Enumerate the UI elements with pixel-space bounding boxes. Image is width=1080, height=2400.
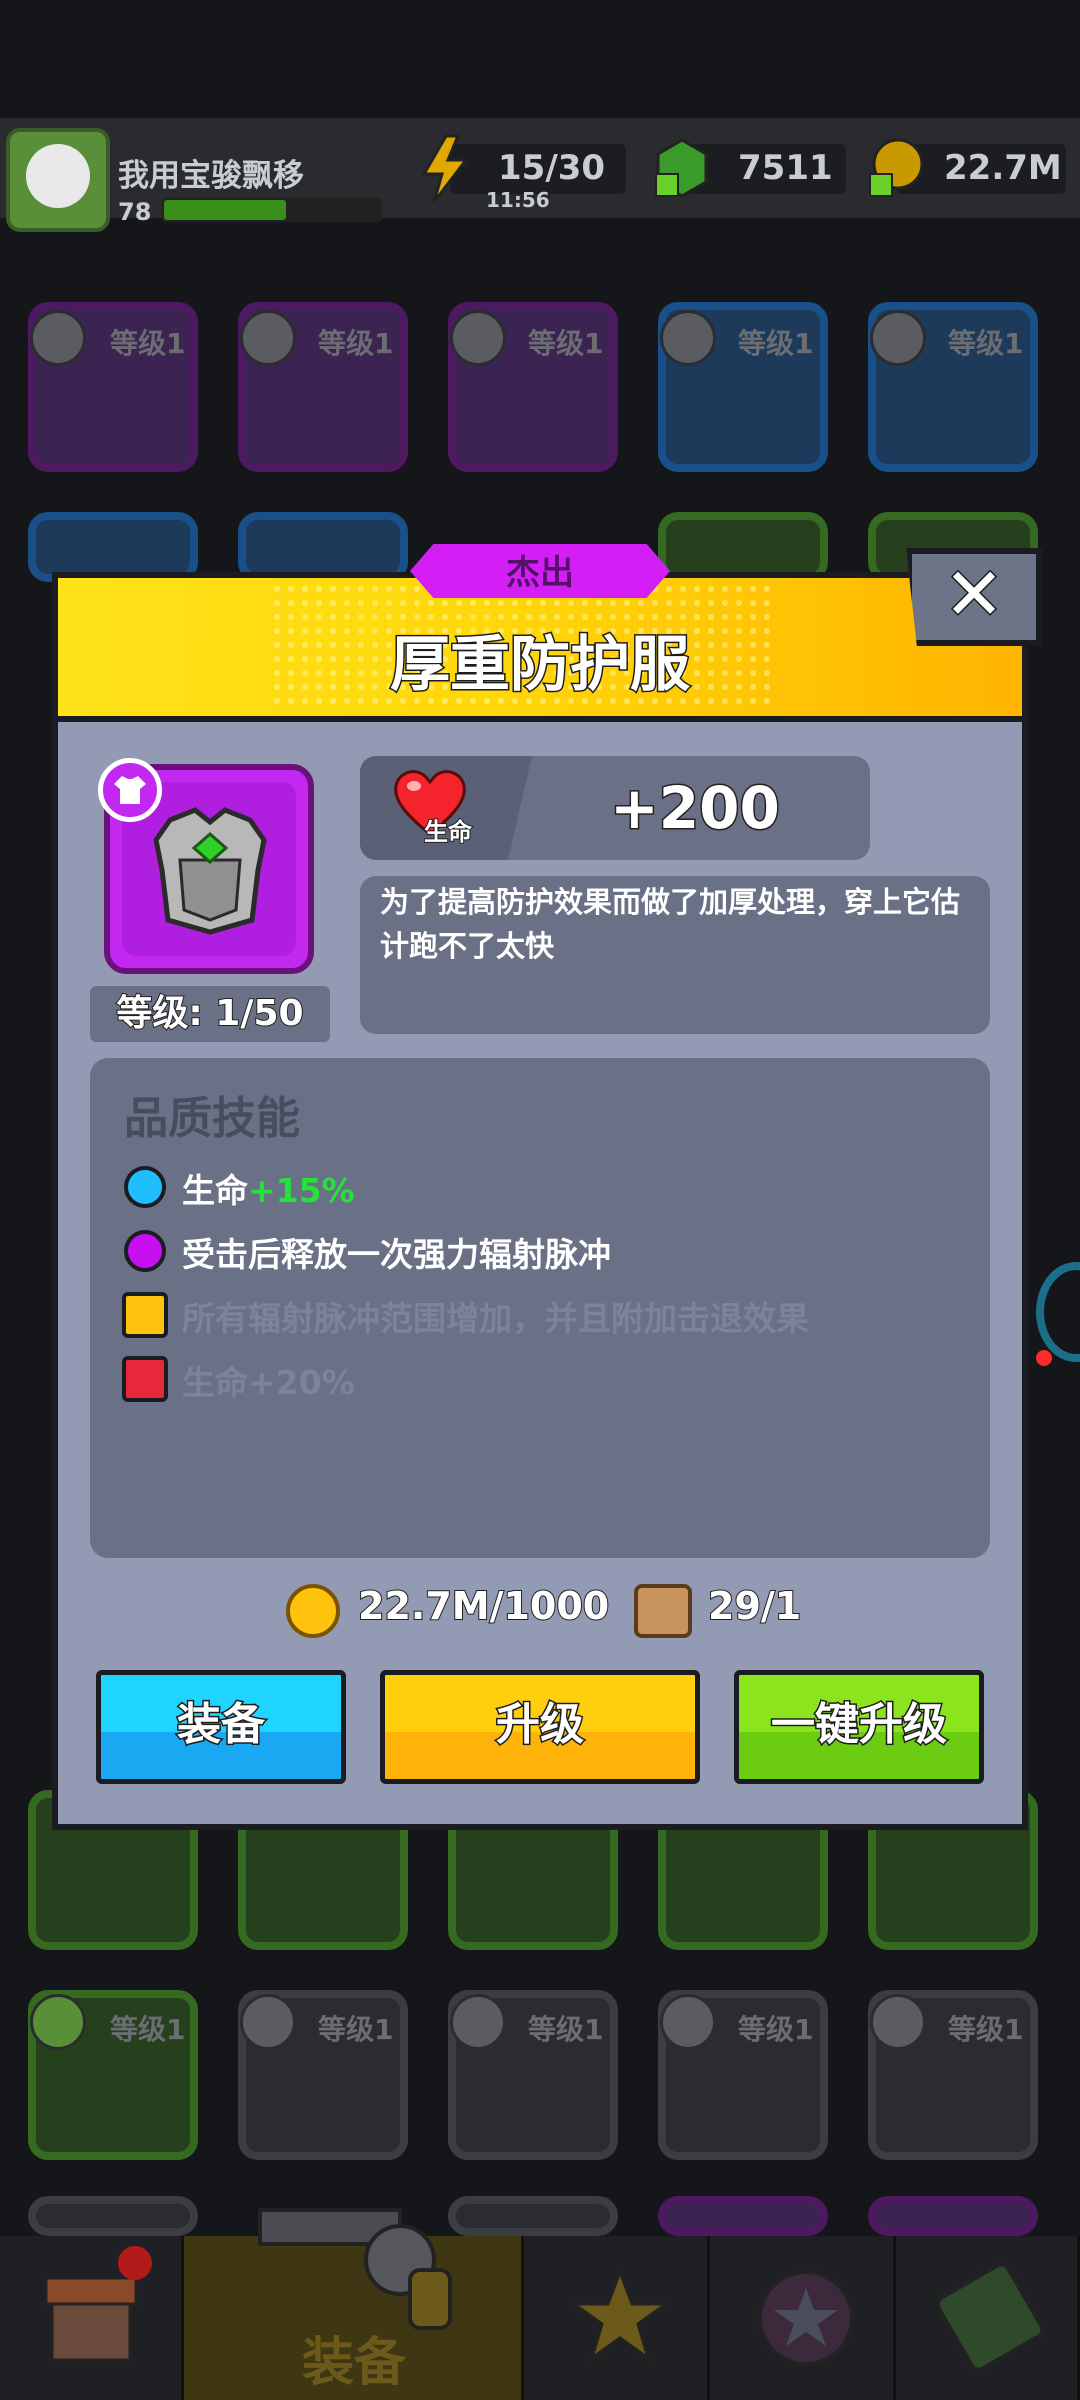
- inventory-slot[interactable]: [868, 2196, 1038, 2236]
- inventory-slot[interactable]: [448, 2196, 618, 2236]
- shop-alert-icon: [118, 2246, 152, 2280]
- skill-item-locked: 生命+20%: [182, 1363, 355, 1402]
- rarity-label: 杰出: [506, 553, 574, 593]
- lock-red-icon: [122, 1356, 168, 1402]
- gold-plus-icon: [869, 138, 924, 197]
- star-swords-icon: [569, 2267, 671, 2362]
- item-level: 等级: 1/50: [115, 992, 304, 1035]
- shirt-type-icon: [870, 1994, 926, 2050]
- shirt-type-icon: [240, 1994, 296, 2050]
- shirt-type-icon: [660, 1994, 716, 2050]
- material-shirt-icon: [634, 1584, 692, 1638]
- slot-level-label: 等级1: [318, 2013, 394, 2046]
- weapon-type-icon: [450, 310, 506, 366]
- armor-vest-icon: [153, 807, 267, 935]
- skill-item-locked: 所有辐射脉冲范围增加，并且附加击退效果: [182, 1299, 809, 1338]
- shirt-icon: [114, 776, 146, 804]
- nav-tab-equipment-label: 装备: [301, 2333, 406, 2393]
- badge-ball-icon: [758, 2270, 854, 2366]
- slot-level-label: 等级1: [948, 327, 1024, 360]
- skill-unlocked-blue-icon: [124, 1166, 166, 1208]
- notification-dot: [1036, 1350, 1052, 1366]
- lightning-icon: [421, 134, 470, 203]
- weapon-type-icon: [660, 310, 716, 366]
- avatar-face-icon: [26, 144, 90, 208]
- slot-level-label: 等级1: [528, 327, 604, 360]
- weapon-type-icon: [30, 310, 86, 366]
- slot-level-label: 等级1: [110, 2013, 186, 2046]
- stat-label: 生命: [423, 817, 473, 847]
- slot-level-label: 等级1: [948, 2013, 1024, 2046]
- xp-bar-fill: [164, 200, 286, 220]
- slot-level-label: 等级1: [110, 327, 186, 360]
- inventory-slot[interactable]: [658, 2196, 828, 2236]
- weapon-type-icon: [870, 310, 926, 366]
- close-icon[interactable]: ✕: [906, 548, 1042, 646]
- material-cost: 29/1: [707, 1583, 802, 1629]
- equip-button[interactable]: 装备: [96, 1670, 346, 1784]
- gem-value: 7511: [738, 148, 833, 188]
- shop-icon: [44, 2276, 138, 2362]
- item-description: 为了提高防护效果而做了加厚处理，穿上它估计跑不了太快: [380, 885, 961, 963]
- stat-value: +200: [609, 773, 782, 844]
- item-title: 厚重防护服: [389, 629, 692, 702]
- skill-unlocked-purple-icon: [124, 1230, 166, 1272]
- shirt-type-icon: [450, 1994, 506, 2050]
- gold-coin-icon: [286, 1584, 340, 1638]
- lock-yellow-icon: [122, 1292, 168, 1338]
- quality-skills-title: 品质技能: [124, 1093, 300, 1144]
- slot-level-label: 等级1: [738, 327, 814, 360]
- skill-bonus: +15%: [248, 1171, 355, 1210]
- player-name: 我用宝骏飘移: [118, 158, 304, 194]
- upgrade-button[interactable]: 升级: [380, 1670, 700, 1784]
- energy-value: 15/30: [498, 148, 606, 188]
- gold-cost: 22.7M/1000: [357, 1583, 610, 1629]
- weapon-type-icon: [240, 310, 296, 366]
- gold-value: 22.7M: [944, 148, 1062, 188]
- player-level: 78: [118, 198, 152, 226]
- energy-timer: 11:56: [486, 188, 550, 212]
- skill-item: 受击后释放一次强力辐射脉冲: [182, 1235, 611, 1274]
- side-ring-icon[interactable]: [1036, 1262, 1080, 1362]
- gem-plus-icon: [655, 138, 708, 198]
- slot-level-label: 等级1: [318, 327, 394, 360]
- shirt-type-icon: [30, 1994, 86, 2050]
- one-click-upgrade-button[interactable]: 一键升级: [734, 1670, 984, 1784]
- slot-level-label: 等级1: [738, 2013, 814, 2046]
- skill-item: 生命+15%: [182, 1164, 355, 1212]
- inventory-slot[interactable]: [28, 2196, 198, 2236]
- skill-text: 生命: [182, 1171, 248, 1210]
- slot-level-label: 等级1: [528, 2013, 604, 2046]
- dna-card-icon: [935, 2262, 1045, 2372]
- revolver-icon: [258, 2208, 452, 2330]
